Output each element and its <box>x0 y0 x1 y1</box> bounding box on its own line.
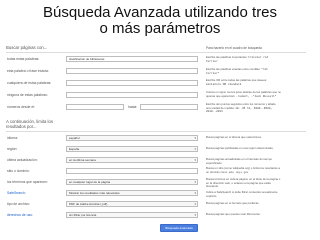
terms-appear-hint: Busca términos en toda la página, en el … <box>206 177 281 189</box>
last-update-label: última actualización: <box>7 158 38 162</box>
safesearch-hint: Indica a SafeSearch si debe filtrar cont… <box>206 190 278 198</box>
all-words-label: todas estas palabras: <box>7 57 40 61</box>
language-hint: Busca páginas en el idioma que seleccion… <box>206 135 262 139</box>
numbers-from-label: números desde el: <box>7 105 35 109</box>
slide-title-line1: Búsqueda Avanzada utilizando tres <box>42 4 278 21</box>
exact-phrase-hint: Escribe las palabras exactas entre comil… <box>206 67 268 75</box>
usage-rights-hint: Busca páginas que puedes usar libremente… <box>206 212 261 216</box>
last-update-select[interactable]: en la última semana ▾ <box>66 157 198 163</box>
file-type-label: tipo de archivo: <box>7 202 30 206</box>
narrow-heading-line2: resultados por... <box>6 124 37 129</box>
chevron-down-icon: ▾ <box>194 136 196 140</box>
exact-phrase-input[interactable] <box>66 68 198 74</box>
terms-appear-select[interactable]: en cualquier lugar de la página ▾ <box>66 179 198 185</box>
section-divider <box>6 131 306 132</box>
language-select[interactable]: español ▾ <box>66 135 198 141</box>
safesearch-link[interactable]: SafeSearch: <box>7 191 26 195</box>
find-pages-heading: Buscar páginas con... <box>6 45 48 50</box>
chevron-down-icon: ▾ <box>194 180 196 184</box>
chevron-down-icon: ▾ <box>194 147 196 151</box>
chevron-down-icon: ▾ <box>194 213 196 217</box>
all-words-input[interactable]: clasificación de bibliotecas <box>66 56 198 62</box>
any-words-input[interactable] <box>66 80 198 86</box>
usage-rights-select[interactable]: sin filtrar por licencia ▾ <box>66 212 198 218</box>
advanced-search-button[interactable]: Búsqueda avanzada <box>160 224 198 232</box>
chevron-down-icon: ▾ <box>194 202 196 206</box>
find-pages-hint-heading: Para hacerlo en el cuadro de búsqueda <box>206 46 262 50</box>
last-update-hint: Busca páginas actualizadas en el interva… <box>206 157 272 165</box>
chevron-down-icon: ▾ <box>194 158 196 162</box>
chevron-down-icon: ▾ <box>194 191 196 195</box>
file-type-hint: Busca páginas en el formato que prefiera… <box>206 201 260 205</box>
none-words-input[interactable] <box>66 92 198 98</box>
file-type-select[interactable]: PDF de Adobe Acrobat (.pdf) ▾ <box>66 201 198 207</box>
region-select[interactable]: España ▾ <box>66 146 198 152</box>
advanced-search-screenshot: Buscar páginas con... Para hacerlo en el… <box>6 41 308 237</box>
any-words-label: cualquiera de estas palabras: <box>7 81 52 85</box>
region-label: región: <box>7 147 18 151</box>
any-words-hint: Escribe OR entre todas las palabras que … <box>206 78 267 86</box>
language-label: idioma: <box>7 136 18 140</box>
usage-rights-link[interactable]: derechos de uso: <box>7 213 33 217</box>
slide-title-line2: o más parámetros <box>99 20 221 37</box>
numbers-hint: Escribe dos puntos seguidos entre los nú… <box>206 102 276 114</box>
all-words-hint: Escribe las palabras importantes: tricol… <box>206 55 269 63</box>
numbers-from-input[interactable] <box>66 104 124 110</box>
exact-phrase-label: esta palabra o frase exacta: <box>7 69 49 73</box>
none-words-hint: Coloca un signo menos justo delante de l… <box>206 90 281 98</box>
site-domain-input[interactable] <box>66 168 198 174</box>
terms-appear-label: los términos que aparecen: <box>7 180 48 184</box>
numbers-to-input[interactable] <box>140 104 198 110</box>
site-domain-hint: Busca un sitio (como wikipedia.org) o li… <box>206 166 280 174</box>
section-divider <box>6 52 306 53</box>
region-hint: Busca páginas publicadas en una región d… <box>206 146 274 150</box>
site-domain-label: sitio o dominio: <box>7 169 30 173</box>
none-words-label: ninguna de estas palabras: <box>7 93 48 97</box>
numbers-to-label: hasta: <box>128 105 138 109</box>
safesearch-select[interactable]: Mostrar los resultados más relevantes ▾ <box>66 190 198 196</box>
